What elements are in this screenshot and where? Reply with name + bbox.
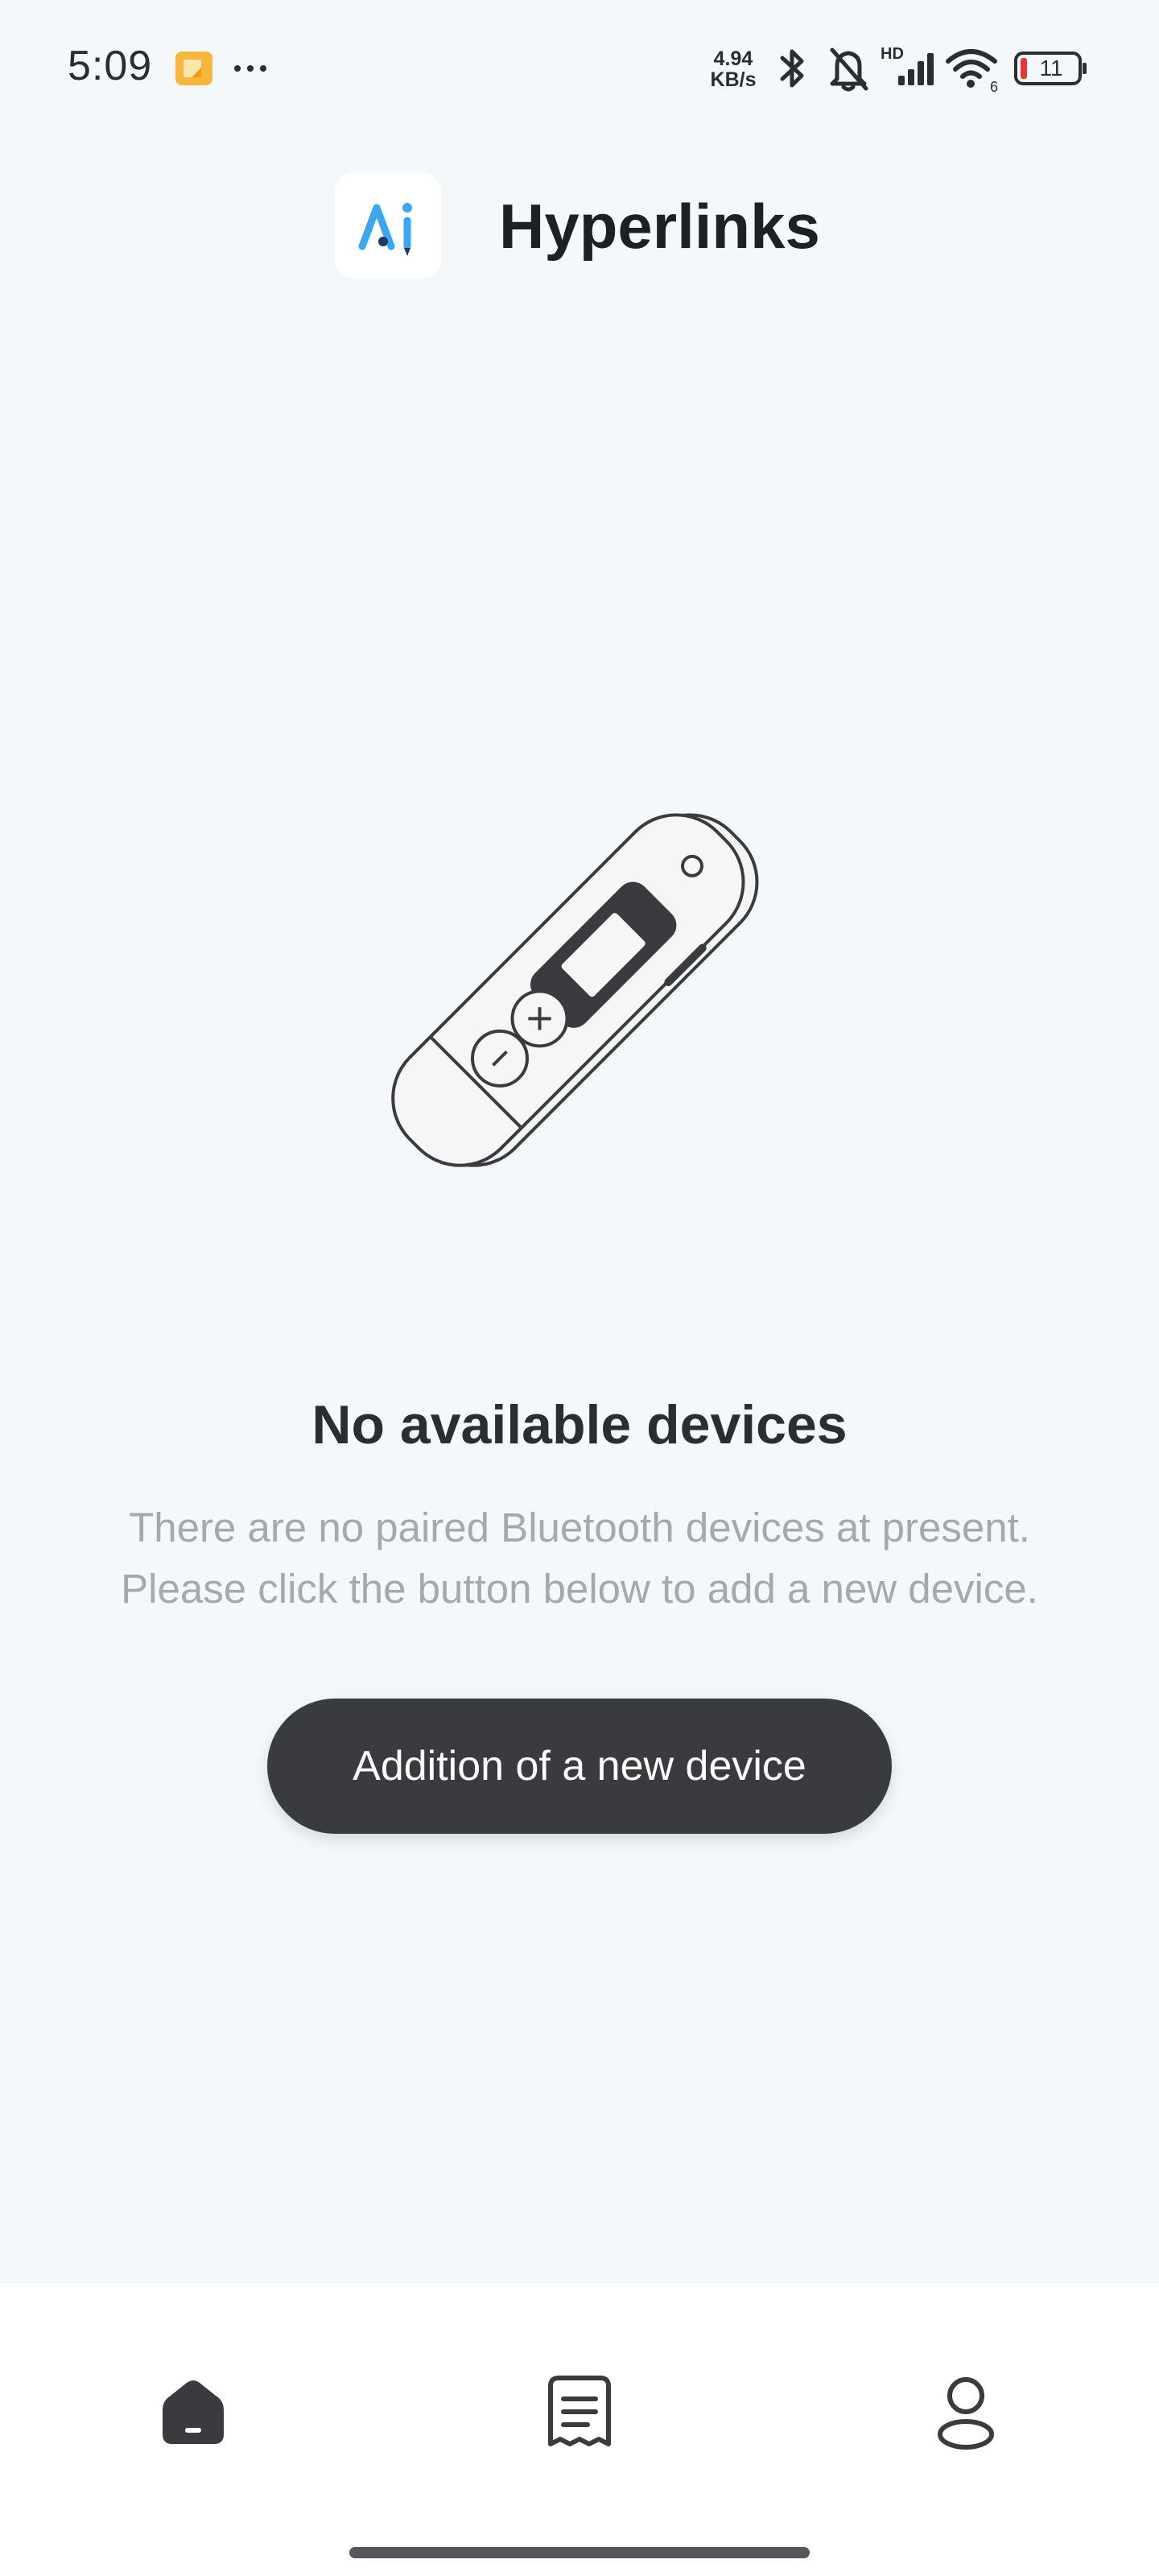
home-icon <box>163 2380 224 2444</box>
home-indicator[interactable] <box>349 2547 810 2558</box>
app-logo <box>335 172 441 279</box>
bottom-navigation <box>0 2283 1159 2576</box>
network-speed: 4.94 KB/s <box>705 48 761 90</box>
records-icon <box>548 2376 611 2446</box>
profile-icon <box>938 2377 994 2450</box>
status-time: 5:09 <box>68 43 153 89</box>
mute-bell-icon <box>830 47 868 92</box>
bluetooth-device-illustration <box>391 813 759 1167</box>
add-new-device-button[interactable]: Addition of a new device <box>267 1699 892 1834</box>
bluetooth-icon <box>780 49 804 88</box>
battery-level: 11 <box>1039 56 1063 80</box>
nav-item-records[interactable] <box>531 2363 628 2460</box>
more-icon <box>234 65 266 72</box>
network-speed-unit: KB/s <box>710 68 757 91</box>
ai-logo-icon <box>358 203 412 256</box>
app-header: Hyperlinks <box>0 161 1159 306</box>
wifi-icon: 6 <box>946 49 998 93</box>
nav-item-home[interactable] <box>145 2363 241 2460</box>
empty-state-description-line-1: There are no paired Bluetooth devices at… <box>129 1505 1030 1550</box>
cell-signal-icon <box>898 53 934 85</box>
empty-state-description-line-2: Please click the button below to add a n… <box>121 1566 1038 1612</box>
empty-state-description: There are no paired Bluetooth devices at… <box>48 1497 1111 1620</box>
status-bar: 5:09 4.94 KB/s HD 6 11 <box>0 0 1159 137</box>
nav-item-profile[interactable] <box>918 2363 1014 2460</box>
notification-icon <box>175 52 212 85</box>
empty-state-title: No available devices <box>311 1394 848 1455</box>
svg-text:6: 6 <box>990 79 998 93</box>
network-speed-value: 4.94 <box>713 47 753 70</box>
app-title: Hyperlinks <box>499 191 820 262</box>
